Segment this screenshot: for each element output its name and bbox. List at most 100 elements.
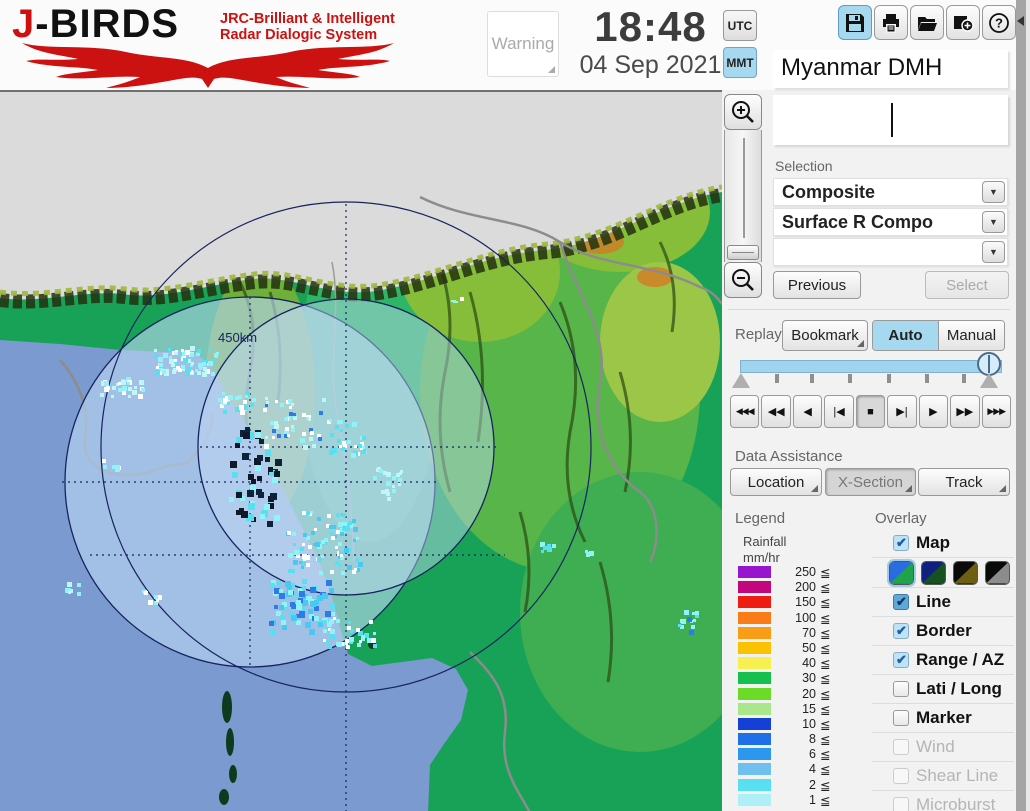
panel-collapse-grip[interactable] — [1016, 0, 1026, 811]
overlay-item-label: Microburst — [916, 795, 996, 811]
clock: 18:48 04 Sep 2021 — [568, 4, 733, 80]
fast-rewind-2-button[interactable]: ◀◀ — [761, 395, 791, 428]
checkbox[interactable] — [893, 768, 909, 784]
legend-row: 6 ≦ — [738, 747, 858, 762]
legend-row: 250 ≦ — [738, 565, 858, 580]
help-button[interactable]: ? — [982, 5, 1016, 40]
overlay-item-shear-line[interactable]: Shear Line — [872, 761, 1014, 790]
zoom-out-button[interactable] — [724, 262, 762, 298]
logo-subtitle-line1: JRC-Brilliant & Intelligent — [220, 11, 395, 27]
track-button[interactable]: Track — [918, 468, 1010, 496]
legend-swatch — [738, 626, 771, 639]
legend-value: 4 — [809, 762, 816, 777]
fast-forward-3-button[interactable]: ▶▶▶ — [981, 395, 1011, 428]
overlay-item-map[interactable]: Map — [872, 528, 1014, 557]
legend-row: 30 ≦ — [738, 671, 858, 686]
checkbox[interactable] — [893, 710, 909, 726]
category-dropdown[interactable]: Composite ▼ — [773, 178, 1008, 206]
category-value: Composite — [782, 182, 876, 202]
button-label: X-Section — [837, 473, 904, 491]
zoom-in-button[interactable] — [724, 94, 762, 130]
legend-value: 10 — [802, 716, 816, 731]
corner-triangle — [905, 485, 912, 492]
legend-swatch — [738, 657, 771, 670]
style-black-olive-button[interactable] — [953, 560, 978, 585]
legend-row: 40 ≦ — [738, 656, 858, 671]
overlay-item-range-az[interactable]: Range / AZ — [872, 645, 1014, 674]
location-button[interactable]: Location — [730, 468, 822, 496]
zoom-out-icon — [732, 269, 754, 291]
auto-button[interactable]: Auto — [873, 321, 939, 350]
overlay-item-lati-long[interactable]: Lati / Long — [872, 674, 1014, 703]
mmt-button[interactable]: MMT — [723, 47, 757, 78]
style-black-gray-button[interactable] — [985, 560, 1010, 585]
save-button[interactable] — [838, 5, 872, 40]
play-backward-button[interactable]: ◀ — [792, 395, 823, 428]
svg-text:?: ? — [995, 15, 1003, 30]
logo-title-rest: -BIRDS — [35, 2, 180, 46]
zoom-slider[interactable] — [724, 130, 762, 262]
range-end-marker[interactable] — [980, 373, 998, 388]
legend-value: 200 — [795, 580, 816, 595]
eagle-icon — [22, 43, 394, 88]
station-input[interactable] — [773, 95, 1008, 145]
style-navy-darkgreen-button[interactable] — [921, 560, 946, 585]
zoom-slider-handle[interactable] — [727, 245, 759, 260]
legend-operator: ≦ — [820, 641, 831, 656]
x-section-button[interactable]: X-Section — [825, 468, 916, 496]
checkbox[interactable] — [893, 681, 909, 697]
utc-button[interactable]: UTC — [723, 10, 757, 41]
select-button-label: Select — [946, 276, 988, 294]
timeline-tick — [887, 374, 891, 383]
fast-rewind-3-icon: ◀◀◀ — [735, 406, 755, 416]
print-button[interactable] — [874, 5, 908, 40]
legend-row: 70 ≦ — [738, 626, 858, 641]
overlay-item-label: Shear Line — [916, 766, 999, 785]
overlay-label: Overlay — [875, 510, 927, 527]
overlay-item-microburst[interactable]: Microburst — [872, 790, 1014, 811]
warning-button[interactable]: Warning — [487, 11, 559, 77]
overlay-item-wind[interactable]: Wind — [872, 732, 1014, 761]
clock-time: 18:48 — [594, 3, 707, 50]
option-dropdown[interactable]: ▼ — [773, 238, 1008, 266]
manual-button[interactable]: Manual — [939, 321, 1004, 350]
play-forward-button[interactable]: ▶ — [918, 395, 949, 428]
checkbox[interactable] — [893, 534, 909, 551]
chevron-down-icon[interactable]: ▼ — [982, 181, 1005, 203]
product-dropdown[interactable]: Surface R Compo ▼ — [773, 208, 1008, 236]
bookmark-button[interactable]: Bookmark — [782, 320, 868, 351]
save-icon — [846, 13, 864, 32]
stop-icon: ■ — [867, 405, 874, 418]
button-label: Track — [945, 473, 983, 491]
select-button[interactable]: Select — [925, 271, 1009, 299]
legend-row: 2 ≦ — [738, 778, 858, 793]
add-image-button[interactable] — [946, 5, 980, 40]
legend-swatch — [738, 581, 771, 594]
overlay-item-border[interactable]: Border — [872, 616, 1014, 645]
overlay-item-marker[interactable]: Marker — [872, 703, 1014, 732]
checkbox[interactable] — [893, 623, 909, 639]
stop-button[interactable]: ■ — [855, 395, 886, 428]
fast-rewind-3-button[interactable]: ◀◀◀ — [730, 395, 760, 428]
overlay-item-line[interactable]: Line — [872, 587, 1014, 616]
radar-map[interactable]: 450km — [0, 90, 722, 811]
step-backward-button[interactable]: |◀ — [824, 395, 854, 428]
chevron-down-icon[interactable]: ▼ — [982, 241, 1005, 263]
checkbox[interactable] — [893, 594, 909, 610]
replay-timeline-slider[interactable] — [740, 360, 1002, 373]
checkbox[interactable] — [893, 652, 909, 668]
auto-manual-toggle: Auto Manual — [872, 320, 1005, 351]
checkbox[interactable] — [893, 797, 909, 811]
open-folder-button[interactable] — [910, 5, 944, 40]
previous-button[interactable]: Previous — [773, 271, 861, 299]
map-zoom-control — [724, 94, 764, 298]
range-start-marker[interactable] — [732, 373, 750, 388]
style-blue-green-button[interactable] — [887, 558, 916, 587]
clock-date: 04 Sep 2021 — [579, 51, 722, 79]
chevron-down-icon[interactable]: ▼ — [982, 211, 1005, 233]
overlay-item-label: Lati / Long — [916, 679, 1002, 698]
step-forward-button[interactable]: ▶| — [887, 395, 917, 428]
legend-operator: ≦ — [820, 778, 831, 793]
fast-forward-2-button[interactable]: ▶▶ — [950, 395, 980, 428]
checkbox[interactable] — [893, 739, 909, 755]
